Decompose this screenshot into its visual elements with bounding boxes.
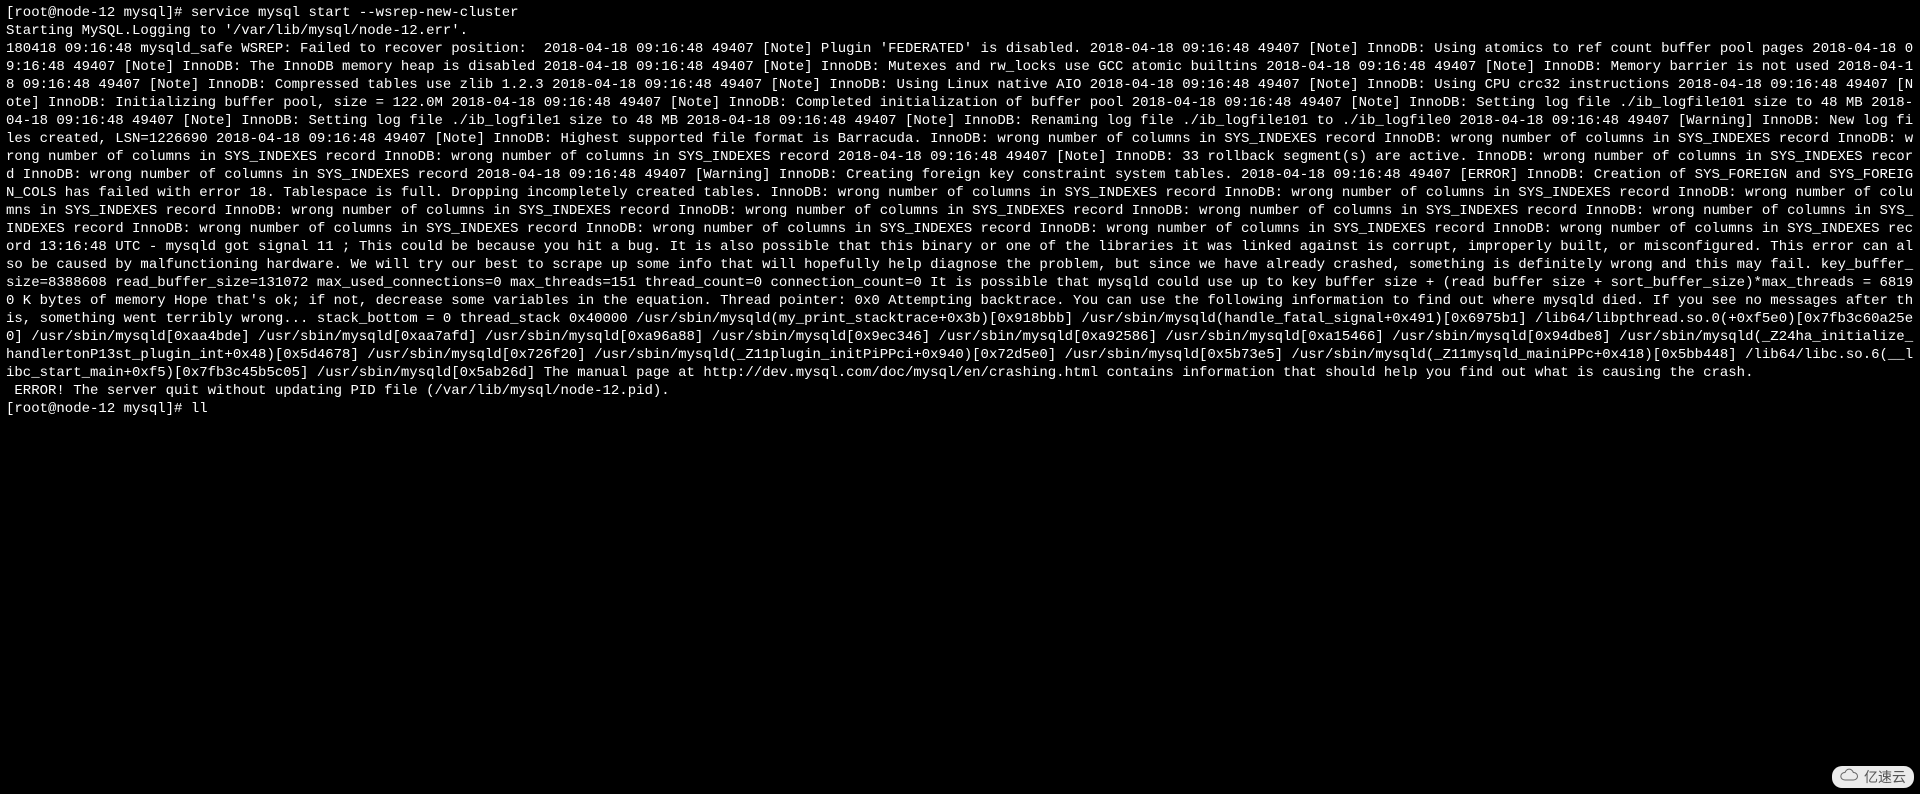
terminal-output[interactable]: [root@node-12 mysql]# service mysql star… xyxy=(0,0,1920,422)
log-body: 180418 09:16:48 mysqld_safe WSREP: Faile… xyxy=(6,41,1913,381)
log-line-error: ERROR! The server quit without updating … xyxy=(6,383,670,399)
shell-command: service mysql start --wsrep-new-cluster xyxy=(191,5,519,21)
shell-prompt: [root@node-12 mysql]# xyxy=(6,401,191,417)
cloud-icon xyxy=(1840,768,1860,786)
shell-command: ll xyxy=(191,401,208,417)
log-line-starting: Starting MySQL.Logging to '/var/lib/mysq… xyxy=(6,23,468,39)
watermark-text: 亿速云 xyxy=(1864,768,1906,786)
shell-prompt: [root@node-12 mysql]# xyxy=(6,5,191,21)
watermark-badge: 亿速云 xyxy=(1832,766,1914,788)
